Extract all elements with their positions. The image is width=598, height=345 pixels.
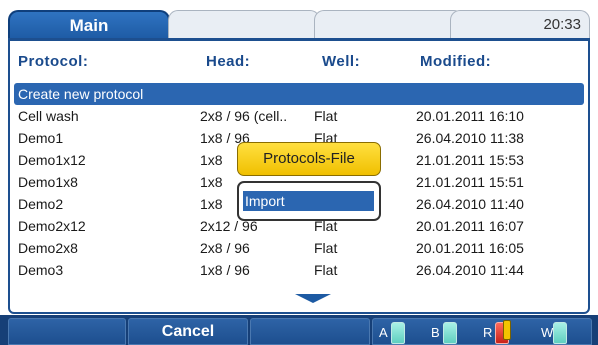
popup-title: Protocols-File (237, 142, 381, 176)
protocol-name: Demo1 (18, 130, 64, 146)
protocol-modified: 20.01.2011 16:07 (416, 218, 524, 234)
table-row[interactable]: Cell wash 2x8 / 96 (cell.. Flat 20.01.20… (14, 105, 584, 127)
popup-menu: Import (237, 181, 381, 221)
column-header-well: Well: (322, 53, 361, 70)
protocol-name: Demo1x12 (18, 152, 86, 168)
bottle-r: R (483, 320, 515, 344)
tab-empty-2[interactable] (314, 10, 464, 38)
tab-bar: Main 20:33 (0, 0, 598, 40)
import-menu-item[interactable]: Import (243, 191, 374, 211)
bottle-icon (391, 322, 405, 344)
softkey-1[interactable] (8, 318, 126, 345)
protocol-name: Cell wash (18, 108, 79, 124)
bottle-w: W (541, 322, 573, 344)
softkey-3[interactable] (250, 318, 370, 345)
table-row[interactable]: Demo2x8 2x8 / 96 Flat 20.01.2011 16:05 (14, 237, 584, 259)
warning-icon (503, 320, 511, 340)
protocol-modified: 20.01.2011 16:10 (416, 108, 524, 124)
bottle-b-label: B (431, 325, 440, 340)
column-header-protocol: Protocol: (18, 53, 89, 70)
table-header: Protocol: Head: Well: Modified: (10, 41, 588, 81)
bottle-status-area: A B R W (372, 318, 592, 345)
bottle-icon (553, 322, 567, 344)
protocol-head: 1x8 (200, 152, 223, 168)
protocol-name: Demo2x12 (18, 218, 86, 234)
bottle-b: B (431, 322, 463, 344)
bottle-icon (443, 322, 457, 344)
bottom-bar: Cancel A B R W (0, 315, 598, 345)
scroll-down-icon[interactable] (295, 294, 331, 303)
protocol-head: 1x8 / 96 (200, 262, 250, 278)
cancel-button[interactable]: Cancel (128, 318, 248, 345)
bottle-a-label: A (379, 325, 388, 340)
protocol-well: Flat (314, 108, 338, 124)
protocol-head: 1x8 (200, 174, 223, 190)
protocol-well: Flat (314, 262, 338, 278)
protocol-name: Create new protocol (18, 86, 144, 102)
clock: 20:33 (450, 10, 590, 38)
protocol-panel: Protocol: Head: Well: Modified: Create n… (8, 38, 590, 314)
column-header-modified: Modified: (420, 53, 492, 70)
table-row[interactable]: Create new protocol (14, 83, 584, 105)
protocol-modified: 26.04.2010 11:44 (416, 262, 524, 278)
protocol-modified: 21.01.2011 15:53 (416, 152, 524, 168)
protocol-modified: 20.01.2011 16:05 (416, 240, 524, 256)
tab-main[interactable]: Main (8, 10, 170, 40)
protocol-modified: 26.04.2010 11:40 (416, 196, 524, 212)
protocol-modified: 26.04.2010 11:38 (416, 130, 524, 146)
protocol-well: Flat (314, 240, 338, 256)
protocol-head: 1x8 (200, 196, 223, 212)
protocol-head: 2x8 / 96 (cell.. (200, 108, 288, 124)
bottle-w-label: W (541, 325, 554, 340)
protocol-name: Demo1x8 (18, 174, 78, 190)
protocol-name: Demo2 (18, 196, 64, 212)
protocol-name: Demo2x8 (18, 240, 78, 256)
tab-empty-1[interactable] (168, 10, 320, 38)
protocol-head: 2x8 / 96 (200, 240, 250, 256)
bottle-a: A (379, 322, 411, 344)
column-header-head: Head: (206, 53, 251, 70)
table-row[interactable]: Demo3 1x8 / 96 Flat 26.04.2010 11:44 (14, 259, 584, 281)
protocol-modified: 21.01.2011 15:51 (416, 174, 524, 190)
bottle-r-label: R (483, 325, 493, 340)
protocol-name: Demo3 (18, 262, 64, 278)
